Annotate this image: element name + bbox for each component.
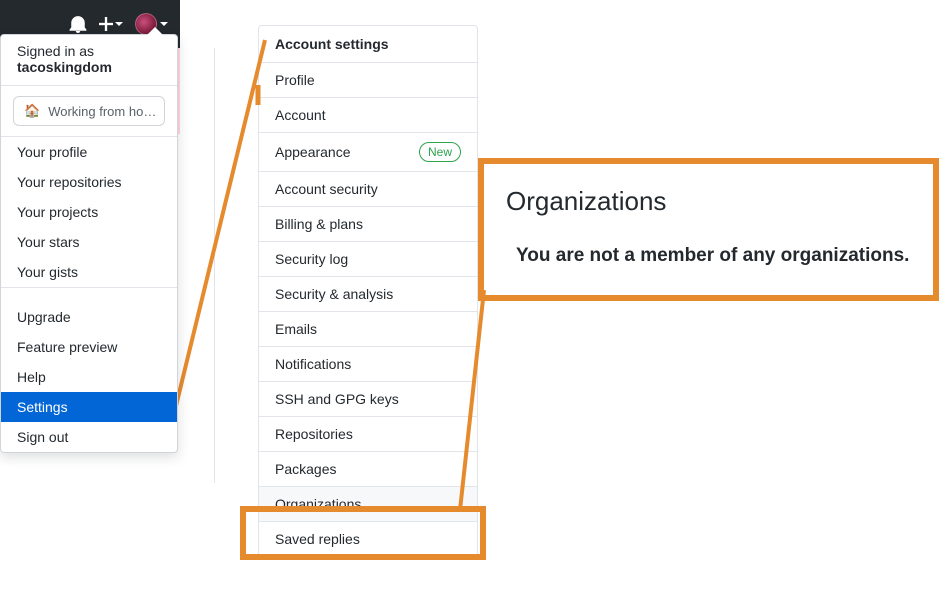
signed-in-label: Signed in as	[17, 43, 161, 59]
house-emoji-icon: 🏠	[24, 103, 40, 119]
dropdown-item[interactable]: Your projects	[1, 197, 177, 227]
sidebar-item-label: Appearance	[275, 144, 351, 160]
sidebar-item[interactable]: Billing & plans	[259, 207, 477, 242]
status-wrap: 🏠 Working from ho…	[1, 86, 177, 136]
sidebar-item-label: Profile	[275, 72, 315, 88]
dropdown-item[interactable]: Sign out	[1, 422, 177, 452]
vertical-divider	[214, 48, 215, 483]
sidebar-item[interactable]: Organizations	[259, 487, 477, 522]
sidebar-item-label: Saved replies	[275, 531, 360, 547]
caret-down-icon	[160, 22, 168, 26]
sidebar-item-label: Security & analysis	[275, 286, 393, 302]
sidebar-item-label: Billing & plans	[275, 216, 363, 232]
sidebar-item-label: Organizations	[275, 496, 361, 512]
sidebar-item[interactable]: Repositories	[259, 417, 477, 452]
sidebar-item-label: Account security	[275, 181, 378, 197]
status-text: Working from ho…	[48, 104, 156, 119]
sidebar-item[interactable]: SSH and GPG keys	[259, 382, 477, 417]
status-button[interactable]: 🏠 Working from ho…	[13, 96, 165, 126]
sidebar-item[interactable]: Notifications	[259, 347, 477, 382]
dropdown-item[interactable]: Your gists	[1, 257, 177, 287]
sidebar-item[interactable]: Packages	[259, 452, 477, 487]
bell-icon[interactable]	[69, 15, 87, 33]
account-settings-sidebar: Account settings Profile Account Appearanc…	[258, 25, 478, 557]
dropdown-header: Signed in as tacoskingdom	[1, 35, 177, 85]
sidebar-item-label: Notifications	[275, 356, 351, 372]
dropdown-item[interactable]: Feature preview	[1, 332, 177, 362]
sidebar-item[interactable]: Security log	[259, 242, 477, 277]
page-title: Organizations	[506, 186, 911, 217]
sidebar-item-label: Security log	[275, 251, 348, 267]
sidebar-item[interactable]: Security & analysis	[259, 277, 477, 312]
organizations-panel: Organizations You are not a member of an…	[478, 158, 939, 301]
sidebar-item[interactable]: Profile	[259, 63, 477, 98]
dropdown-item[interactable]: Your profile	[1, 137, 177, 167]
sidebar-item[interactable]: Saved replies	[259, 522, 477, 556]
caret-down-icon	[115, 22, 123, 26]
sidebar-item-label: Emails	[275, 321, 317, 337]
dropdown-item[interactable]: Your repositories	[1, 167, 177, 197]
user-dropdown: Signed in as tacoskingdom 🏠 Working from…	[0, 34, 178, 453]
sidebar-item-label: Repositories	[275, 426, 353, 442]
dropdown-item[interactable]: Settings	[1, 392, 177, 422]
sidebar-item-label: Packages	[275, 461, 336, 477]
sidebar-item-label: Account	[275, 107, 326, 123]
new-badge: New	[419, 142, 461, 162]
sidebar-item[interactable]: Emails	[259, 312, 477, 347]
dropdown-item[interactable]: Upgrade	[1, 302, 177, 332]
dropdown-item[interactable]: Your stars	[1, 227, 177, 257]
sidebar-item[interactable]: Account	[259, 98, 477, 133]
username: tacoskingdom	[17, 59, 161, 75]
dropdown-item[interactable]: Help	[1, 362, 177, 392]
sidebar-item-label: SSH and GPG keys	[275, 391, 399, 407]
add-menu[interactable]	[99, 17, 123, 31]
sidebar-item[interactable]: Appearance New	[259, 133, 477, 172]
sidebar-item[interactable]: Account security	[259, 172, 477, 207]
sidebar-header: Account settings	[259, 26, 477, 63]
empty-message: You are not a member of any organization…	[506, 245, 911, 267]
